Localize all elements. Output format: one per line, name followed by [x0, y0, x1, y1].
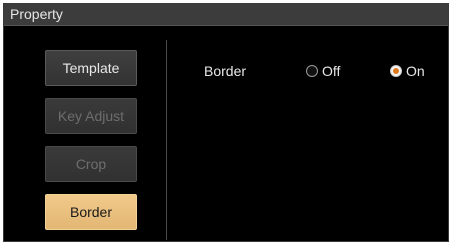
template-button[interactable]: Template	[45, 50, 137, 86]
border-off-radio[interactable]: Off	[306, 61, 340, 81]
radio-checked-icon[interactable]	[390, 65, 402, 77]
border-field-label: Border	[204, 63, 247, 79]
key-adjust-button: Key Adjust	[45, 98, 137, 134]
vertical-divider	[166, 40, 167, 240]
border-settings: Border Off On	[168, 26, 448, 240]
border-off-label[interactable]: Off	[322, 63, 340, 79]
panel-title: Property	[4, 4, 448, 26]
border-button[interactable]: Border	[45, 194, 137, 230]
crop-button: Crop	[45, 146, 137, 182]
border-on-radio[interactable]: On	[390, 61, 425, 81]
sidebar: Template Key Adjust Crop Border	[4, 26, 164, 240]
property-panel: Property Template Key Adjust Crop Border…	[3, 3, 449, 242]
radio-unchecked-icon[interactable]	[306, 65, 318, 77]
border-on-label[interactable]: On	[406, 63, 425, 79]
